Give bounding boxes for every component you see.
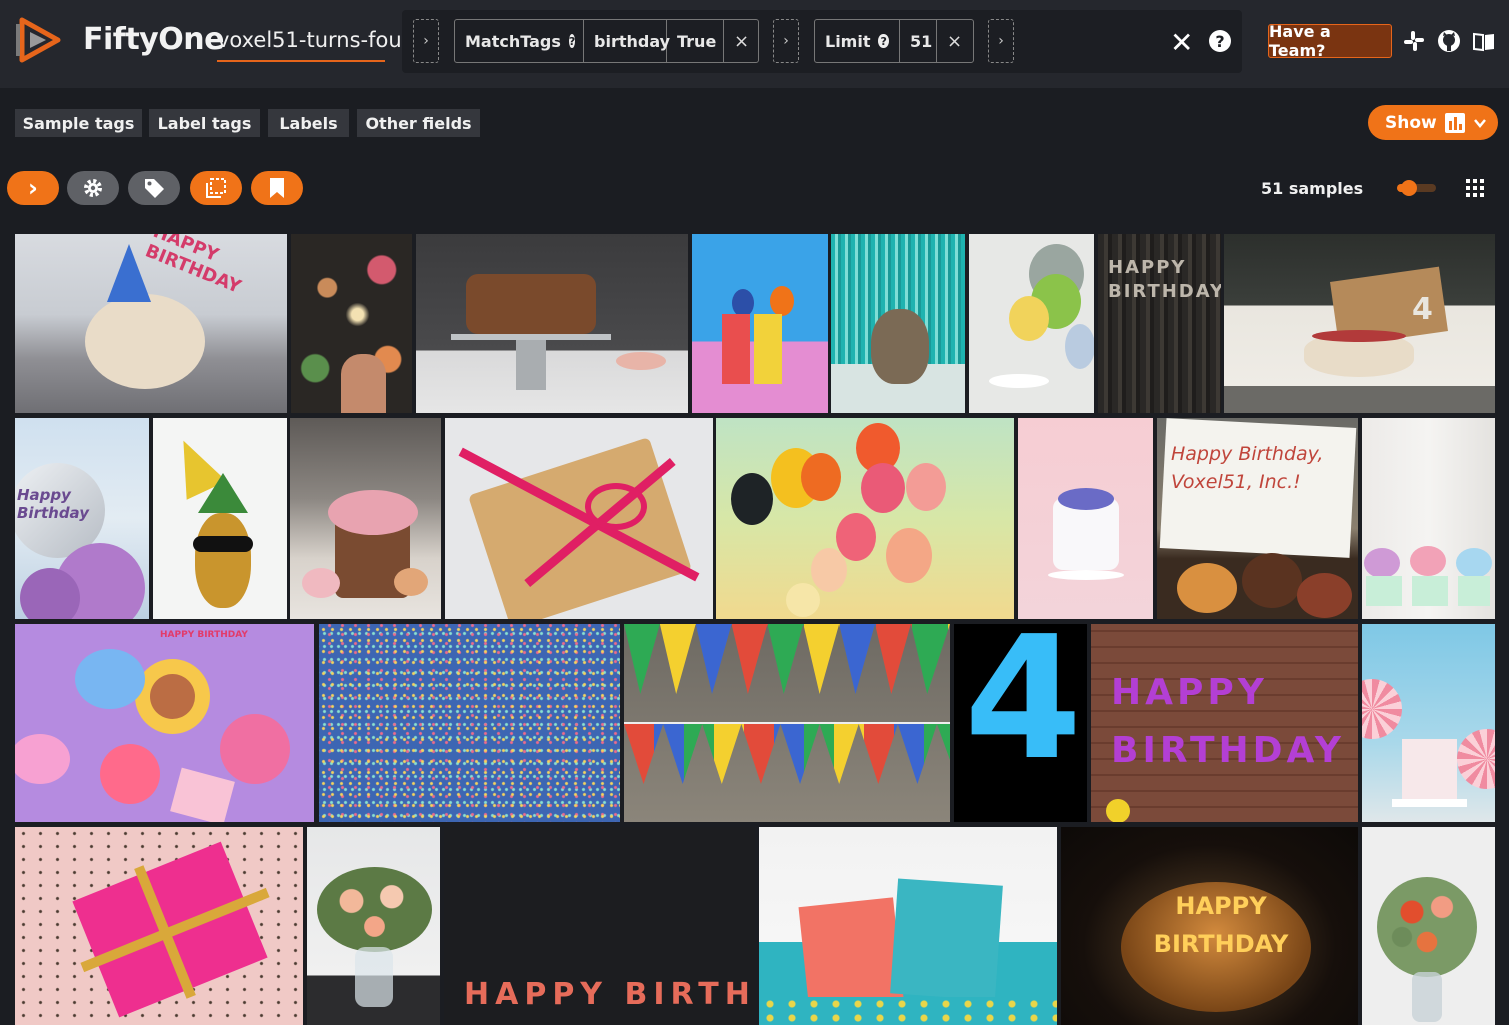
sample-thumbnail[interactable] bbox=[969, 234, 1094, 413]
sample-thumbnail[interactable] bbox=[1362, 418, 1495, 619]
bookmark-icon bbox=[270, 178, 284, 198]
sample-thumbnail[interactable] bbox=[15, 827, 303, 1025]
show-button[interactable]: Show bbox=[1368, 105, 1498, 140]
sample-thumbnail[interactable] bbox=[291, 234, 412, 413]
slack-icon[interactable] bbox=[1402, 29, 1426, 53]
sample-thumbnail[interactable] bbox=[692, 234, 828, 413]
tile-caption: HAPPY BIRTHDAY bbox=[1108, 257, 1221, 302]
sample-thumbnail[interactable]: Happy Birthday, Voxel51, Inc.! bbox=[1157, 418, 1358, 619]
expand-sidebar-button[interactable]: › bbox=[7, 171, 59, 205]
tile-caption: Happy Birthday, Voxel51, Inc.! bbox=[1171, 443, 1324, 493]
tab-other-fields[interactable]: Other fields bbox=[357, 109, 480, 137]
sample-thumbnail[interactable] bbox=[445, 418, 713, 619]
tag-icon bbox=[145, 179, 164, 198]
top-header: FiftyOne voxel51-turns-four › MatchTags … bbox=[0, 0, 1509, 88]
sample-count: 51 samples bbox=[1261, 179, 1364, 198]
sample-thumbnail[interactable] bbox=[307, 827, 440, 1025]
tile-caption: 4 bbox=[964, 624, 1083, 798]
zoom-slider-thumb[interactable] bbox=[1400, 180, 1417, 196]
sample-thumbnail[interactable]: HAPPY BIRTHDAY bbox=[444, 827, 755, 1025]
patches-button[interactable] bbox=[190, 171, 242, 205]
sample-thumbnail[interactable] bbox=[624, 624, 950, 822]
sample-thumbnail[interactable] bbox=[1018, 418, 1153, 619]
stage-matchtags[interactable]: MatchTags ? birthday True × bbox=[454, 19, 759, 63]
sample-thumbnail[interactable]: HAPPY BIRTHDAY bbox=[1061, 827, 1358, 1025]
remove-stage-icon[interactable]: × bbox=[724, 20, 759, 62]
fiftyone-logo-icon[interactable] bbox=[14, 14, 66, 66]
stage-param-bool[interactable]: True bbox=[667, 20, 724, 62]
tab-sample-tags[interactable]: Sample tags bbox=[15, 109, 142, 137]
tag-button[interactable] bbox=[128, 171, 180, 205]
add-stage-arrow-icon[interactable]: › bbox=[773, 19, 799, 63]
add-stage-arrow-icon[interactable]: › bbox=[988, 19, 1014, 63]
sample-thumbnail[interactable]: HAPPY BIRTHDAY bbox=[15, 234, 287, 413]
patches-icon bbox=[206, 178, 226, 198]
sample-thumbnail[interactable]: HAPPY BIRTHDAY bbox=[1098, 234, 1221, 413]
github-icon[interactable] bbox=[1437, 29, 1461, 53]
tile-caption: HAPPY BIRTHDAY bbox=[160, 630, 248, 640]
stage-help-icon[interactable]: ? bbox=[878, 34, 889, 48]
settings-button[interactable] bbox=[67, 171, 119, 205]
stage-name: MatchTags bbox=[465, 31, 561, 51]
sample-thumbnail[interactable] bbox=[1362, 827, 1495, 1025]
tab-labels[interactable]: Labels bbox=[268, 109, 349, 137]
tab-label-tags[interactable]: Label tags bbox=[149, 109, 260, 137]
add-stage-arrow-icon[interactable]: › bbox=[413, 19, 439, 63]
stage-param-tags[interactable]: birthday bbox=[584, 20, 670, 62]
stage-param-limit[interactable]: 51 bbox=[900, 20, 937, 62]
view-bar: › MatchTags ? birthday True × › Limit ? … bbox=[402, 10, 1242, 73]
sample-thumbnail[interactable]: Happy Birthday bbox=[15, 418, 149, 619]
sample-thumbnail[interactable] bbox=[153, 418, 287, 619]
tile-caption: HAPPY BIRTHDAY bbox=[1153, 892, 1289, 958]
sample-thumbnail[interactable] bbox=[716, 418, 1014, 619]
histogram-icon bbox=[1444, 112, 1465, 133]
save-view-button[interactable] bbox=[251, 171, 303, 205]
sample-thumbnail[interactable] bbox=[319, 624, 620, 822]
chevron-down-icon bbox=[1473, 118, 1486, 128]
view-help-icon[interactable]: ? bbox=[1209, 30, 1231, 52]
stage-help-icon[interactable]: ? bbox=[568, 34, 576, 48]
stage-name-cell[interactable]: MatchTags ? bbox=[455, 20, 584, 62]
clear-view-icon[interactable]: ✕ bbox=[1170, 26, 1193, 59]
dataset-selector[interactable]: voxel51-turns-four bbox=[217, 28, 410, 62]
tile-caption: Happy Birthday bbox=[17, 486, 89, 522]
tile-caption: HAPPY BIRTHDAY bbox=[1111, 672, 1345, 771]
chevron-right-icon: › bbox=[28, 174, 38, 202]
tile-caption: 4 bbox=[1412, 292, 1433, 327]
stage-name-cell[interactable]: Limit ? bbox=[815, 20, 900, 62]
sample-thumbnail[interactable] bbox=[831, 234, 965, 413]
sample-thumbnail[interactable] bbox=[1362, 624, 1495, 822]
sample-thumbnail[interactable] bbox=[416, 234, 688, 413]
grid-view-icon[interactable] bbox=[1466, 179, 1484, 197]
sample-thumbnail[interactable]: HAPPY BIRTHDAY bbox=[15, 624, 314, 822]
stage-limit[interactable]: Limit ? 51 × bbox=[814, 19, 974, 63]
brand-name[interactable]: FiftyOne bbox=[83, 22, 224, 57]
show-button-label: Show bbox=[1385, 112, 1437, 133]
sample-thumbnail[interactable]: 4 bbox=[1224, 234, 1495, 413]
tile-caption: HAPPY BIRTHDAY bbox=[464, 977, 755, 1012]
remove-stage-icon[interactable]: × bbox=[937, 20, 972, 62]
sample-thumbnail[interactable]: HAPPY BIRTHDAY bbox=[1091, 624, 1358, 822]
zoom-slider[interactable] bbox=[1389, 180, 1436, 196]
stage-name: Limit bbox=[825, 31, 871, 51]
docs-book-icon[interactable] bbox=[1472, 29, 1496, 53]
sample-thumbnail[interactable] bbox=[759, 827, 1057, 1025]
gear-icon bbox=[84, 179, 102, 197]
sample-thumbnail[interactable]: 4 bbox=[954, 624, 1087, 822]
sample-thumbnail[interactable] bbox=[290, 418, 441, 619]
have-a-team-button[interactable]: Have a Team? bbox=[1268, 22, 1392, 60]
